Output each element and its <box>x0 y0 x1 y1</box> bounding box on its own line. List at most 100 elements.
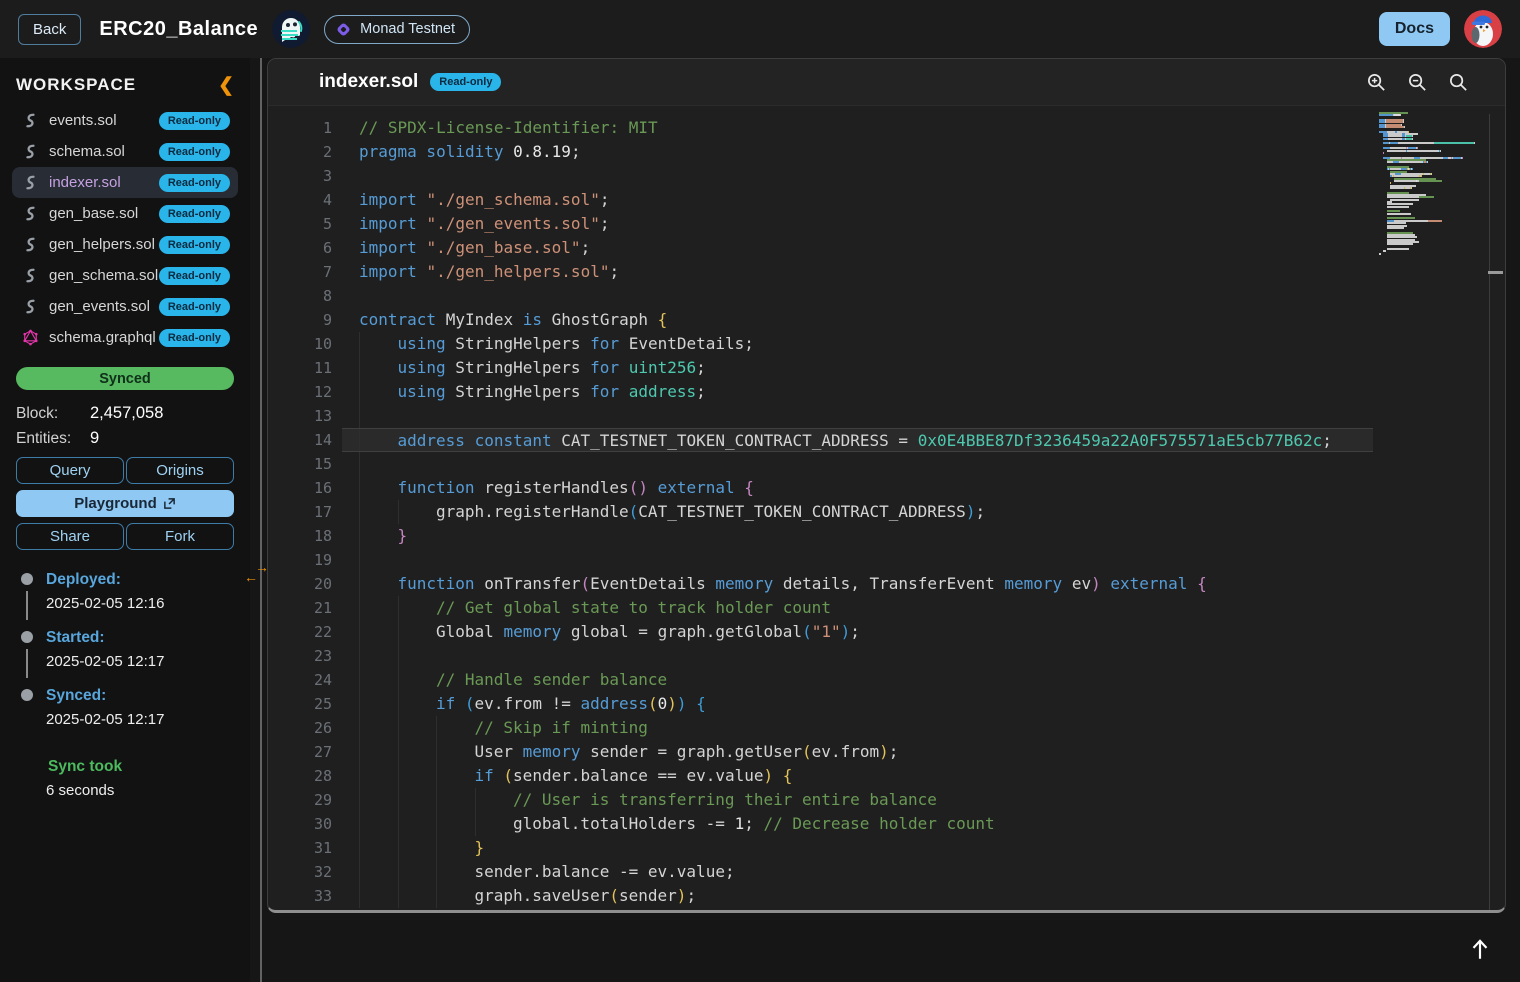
status-badge: Synced <box>16 367 234 390</box>
read-only-badge: Read-only <box>159 205 230 223</box>
code-line-11: 11using StringHelpers for uint256; <box>268 356 1505 380</box>
code-line-14: 14address constant CAT_TESTNET_TOKEN_CON… <box>268 428 1505 452</box>
code-line-4: 4import "./gen_schema.sol"; <box>268 188 1505 212</box>
code-line-21: 21// Get global state to track holder co… <box>268 596 1505 620</box>
timeline-dot <box>21 573 33 585</box>
sidebar-divider <box>260 58 262 982</box>
solidity-icon <box>22 267 40 285</box>
external-link-icon <box>163 497 176 510</box>
workspace-sidebar: WORKSPACE ❮ events.solRead-onlyschema.so… <box>0 58 250 982</box>
timeline-label: Deployed: <box>46 570 164 589</box>
code-area: 1// SPDX-License-Identifier: MIT2pragma … <box>268 106 1505 910</box>
sidebar-file-gen_base.sol[interactable]: gen_base.solRead-only <box>12 198 238 229</box>
editor-scrollbar-thumb[interactable] <box>1488 271 1503 274</box>
playground-button[interactable]: Playground <box>16 490 234 517</box>
code-line-9: 9contract MyIndex is GhostGraph { <box>268 308 1505 332</box>
code-line-12: 12using StringHelpers for address; <box>268 380 1505 404</box>
timeline-entry: Deployed:2025-02-05 12:16 <box>20 570 234 628</box>
code-lines: 1// SPDX-License-Identifier: MIT2pragma … <box>268 106 1505 908</box>
page-title: ERC20_Balance <box>99 18 258 41</box>
file-name: gen_base.sol <box>49 205 159 222</box>
code-line-33: 33graph.saveUser(sender); <box>268 884 1505 908</box>
code-line-7: 7import "./gen_helpers.sol"; <box>268 260 1505 284</box>
editor-scrollbar-track <box>1489 114 1490 910</box>
timeline-label: Synced: <box>46 686 164 705</box>
code-line-23: 23 <box>268 644 1505 668</box>
read-only-badge: Read-only <box>159 143 230 161</box>
sidebar-file-gen_schema.sol[interactable]: gen_schema.solRead-only <box>12 260 238 291</box>
search-icon[interactable] <box>1448 72 1469 93</box>
code-line-30: 30global.totalHolders -= 1; // Decrease … <box>268 812 1505 836</box>
timeline-label: Started: <box>46 628 164 647</box>
top-bar: Back ERC20_Balance Monad Testnet Docs <box>0 0 1520 58</box>
solidity-icon <box>22 143 40 161</box>
zoom-out-icon[interactable] <box>1407 72 1428 93</box>
arrow-up-icon <box>1467 936 1493 962</box>
editor-filename: indexer.sol <box>319 71 418 93</box>
sidebar-file-indexer.sol[interactable]: indexer.solRead-only <box>12 167 238 198</box>
minimap[interactable] <box>1379 112 1489 255</box>
sidebar-resize-handle[interactable]: → ← <box>243 560 275 584</box>
fork-button[interactable]: Fork <box>126 523 234 550</box>
sidebar-file-schema.graphql[interactable]: schema.graphqlRead-only <box>12 322 238 353</box>
code-line-17: 17graph.registerHandle(CAT_TESTNET_TOKEN… <box>268 500 1505 524</box>
scroll-to-top-button[interactable] <box>1462 932 1498 968</box>
timeline-dot <box>21 631 33 643</box>
sidebar-file-gen_helpers.sol[interactable]: gen_helpers.solRead-only <box>12 229 238 260</box>
file-name: schema.graphql <box>49 329 159 346</box>
read-only-badge: Read-only <box>159 267 230 285</box>
code-line-22: 22Global memory global = graph.getGlobal… <box>268 620 1505 644</box>
code-line-31: 31} <box>268 836 1505 860</box>
code-line-15: 15 <box>268 452 1505 476</box>
solidity-icon <box>22 174 40 192</box>
code-line-29: 29// User is transferring their entire b… <box>268 788 1505 812</box>
read-only-badge: Read-only <box>159 298 230 316</box>
code-line-2: 2pragma solidity 0.8.19; <box>268 140 1505 164</box>
query-button[interactable]: Query <box>16 457 124 484</box>
graphql-icon <box>22 329 40 347</box>
timeline-entry: Started: 2025-02-05 12:17 <box>20 628 234 686</box>
editor-header: indexer.sol Read-only <box>268 59 1505 106</box>
sidebar-file-events.sol[interactable]: events.solRead-only <box>12 105 238 136</box>
sidebar-file-gen_events.sol[interactable]: gen_events.solRead-only <box>12 291 238 322</box>
solidity-icon <box>22 205 40 223</box>
entities-label: Entities: <box>16 426 90 451</box>
code-line-19: 19 <box>268 548 1505 572</box>
read-only-badge: Read-only <box>159 236 230 254</box>
file-name: gen_helpers.sol <box>49 236 159 253</box>
collapse-sidebar-icon[interactable]: ❮ <box>218 76 234 95</box>
share-button[interactable]: Share <box>16 523 124 550</box>
read-only-badge: Read-only <box>159 112 230 130</box>
code-line-24: 24// Handle sender balance <box>268 668 1505 692</box>
read-only-badge: Read-only <box>159 329 230 347</box>
network-label: Monad Testnet <box>360 21 455 37</box>
monad-icon <box>335 21 352 38</box>
entities-value: 9 <box>90 426 99 451</box>
code-line-1: 1// SPDX-License-Identifier: MIT <box>268 116 1505 140</box>
file-name: schema.sol <box>49 143 159 160</box>
code-line-3: 3 <box>268 164 1505 188</box>
timeline-value: 2025-02-05 12:17 <box>46 653 164 670</box>
code-line-16: 16function registerHandles() external { <box>268 476 1505 500</box>
block-label: Block: <box>16 401 90 426</box>
sidebar-file-schema.sol[interactable]: schema.solRead-only <box>12 136 238 167</box>
workspace-title: WORKSPACE <box>16 75 136 95</box>
origins-button[interactable]: Origins <box>126 457 234 484</box>
zoom-in-icon[interactable] <box>1366 72 1387 93</box>
docs-button[interactable]: Docs <box>1379 12 1450 46</box>
user-avatar[interactable] <box>1464 10 1502 48</box>
sync-stats: Block: 2,457,058 Entities: 9 <box>16 401 234 451</box>
code-line-8: 8 <box>268 284 1505 308</box>
read-only-badge: Read-only <box>430 73 501 91</box>
file-name: gen_schema.sol <box>49 267 159 284</box>
solidity-icon <box>22 298 40 316</box>
block-value: 2,457,058 <box>90 401 163 426</box>
back-button[interactable]: Back <box>18 14 81 45</box>
code-line-32: 32sender.balance -= ev.value; <box>268 860 1505 884</box>
code-line-26: 26// Skip if minting <box>268 716 1505 740</box>
file-name: events.sol <box>49 112 159 129</box>
solidity-icon <box>22 112 40 130</box>
network-badge[interactable]: Monad Testnet <box>324 15 470 44</box>
code-line-6: 6import "./gen_base.sol"; <box>268 236 1505 260</box>
code-line-5: 5import "./gen_events.sol"; <box>268 212 1505 236</box>
